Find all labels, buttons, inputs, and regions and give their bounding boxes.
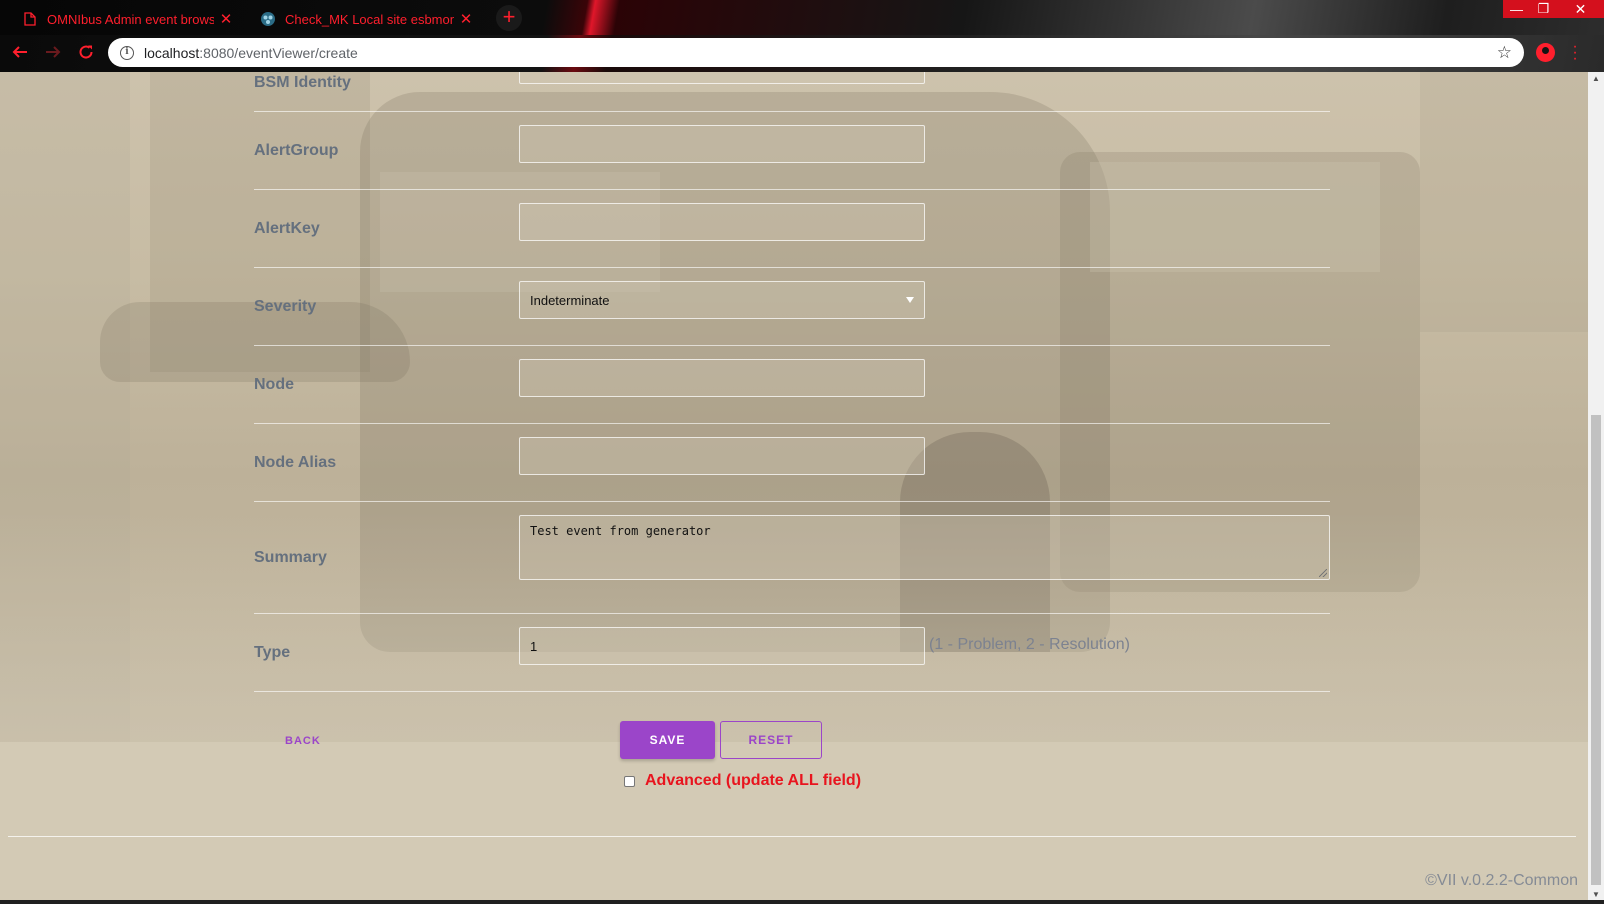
field-label: Severity [254,298,317,315]
advanced-label[interactable]: Advanced (update ALL field) [645,772,861,790]
bsm-identity-input[interactable] [519,72,925,84]
close-tab-icon[interactable]: ✕ [458,10,474,28]
window-bottom-border [0,900,1604,904]
form-row-severity: Severity Indeterminate [254,268,1330,346]
browser-title-bar: OMNIbus Admin event browse ✕ Check_MK Lo… [0,0,1604,35]
bookmark-star-icon[interactable]: ☆ [1497,43,1512,63]
close-tab-icon[interactable]: ✕ [218,10,234,28]
chevron-down-icon [906,297,914,303]
restore-icon[interactable]: ❐ [1530,0,1557,18]
form-row-alertkey: AlertKey [254,190,1330,268]
new-tab-button[interactable]: + [496,5,522,31]
field-label: Type [254,644,291,661]
field-label: Node [254,376,294,393]
tab-title: OMNIbus Admin event browse [47,11,214,27]
url-text[interactable]: localhost:8080/eventViewer/create [144,45,1497,61]
close-window-icon[interactable]: ✕ [1557,0,1604,18]
footer-divider [8,836,1576,837]
profile-avatar-icon[interactable] [1536,43,1555,62]
advanced-option: Advanced (update ALL field) [624,772,861,790]
window-controls: — ❐ ✕ [1503,0,1604,18]
field-label: BSM Identity [254,74,351,91]
type-input[interactable]: 1 [519,627,925,665]
field-label: Summary [254,549,327,566]
check-mk-icon [260,11,276,27]
summary-textarea[interactable]: Test event from generator [519,515,1330,580]
alertgroup-input[interactable] [519,125,925,163]
scrollbar-thumb[interactable] [1591,415,1601,885]
form-row-node: Node [254,346,1330,424]
minimize-icon[interactable]: — [1503,0,1530,18]
page-viewport: BSM Identity AlertGroup AlertKey Severit… [0,72,1588,904]
node-input[interactable] [519,359,925,397]
site-info-icon[interactable]: i [120,45,134,60]
tab-omnibus-admin[interactable]: OMNIbus Admin event browse ✕ [8,3,244,35]
forward-arrow-icon[interactable] [43,43,63,63]
form-row-type: Type 1 (1 - Problem, 2 - Resolution) [254,614,1330,692]
url-host: localhost [144,44,200,61]
alertkey-input[interactable] [519,203,925,241]
save-button[interactable]: SAVE [620,721,715,759]
address-bar[interactable]: i localhost:8080/eventViewer/create ☆ [108,38,1524,67]
form-row-bsm-identity: BSM Identity [254,72,1330,112]
node-alias-input[interactable] [519,437,925,475]
version-footer: ©VII v.0.2.2-Common [1425,872,1578,889]
form-row-alertgroup: AlertGroup [254,112,1330,190]
page-scrollbar[interactable]: ▲ ▼ [1588,72,1604,904]
resize-grip-icon[interactable] [1319,569,1327,577]
form-row-node-alias: Node Alias [254,424,1330,502]
back-button[interactable]: BACK [285,735,321,747]
field-label: AlertGroup [254,142,339,159]
advanced-checkbox[interactable] [624,775,635,787]
document-icon [22,11,38,27]
field-label: AlertKey [254,220,320,237]
url-path: :8080/eventViewer/create [199,44,358,61]
summary-text: Test event from generator [530,524,711,538]
form-row-summary: Summary Test event from generator [254,502,1330,614]
back-arrow-icon[interactable] [10,43,30,63]
scroll-up-arrow-icon[interactable]: ▲ [1588,74,1604,83]
type-hint: (1 - Problem, 2 - Resolution) [929,636,1130,653]
reload-icon[interactable] [76,43,96,63]
page-lower-area [0,742,1588,904]
severity-selected-value: Indeterminate [530,292,610,308]
field-label: Node Alias [254,454,337,471]
menu-kebab-icon[interactable]: · · · [1572,39,1578,67]
reset-button[interactable]: RESET [720,721,822,759]
severity-select[interactable]: Indeterminate [519,281,925,319]
tab-check-mk[interactable]: Check_MK Local site esbmon ✕ [246,3,484,35]
browser-toolbar: i localhost:8080/eventViewer/create ☆ · ·… [0,35,1604,72]
tab-title: Check_MK Local site esbmon [285,11,454,27]
scroll-down-arrow-icon[interactable]: ▼ [1588,890,1604,899]
